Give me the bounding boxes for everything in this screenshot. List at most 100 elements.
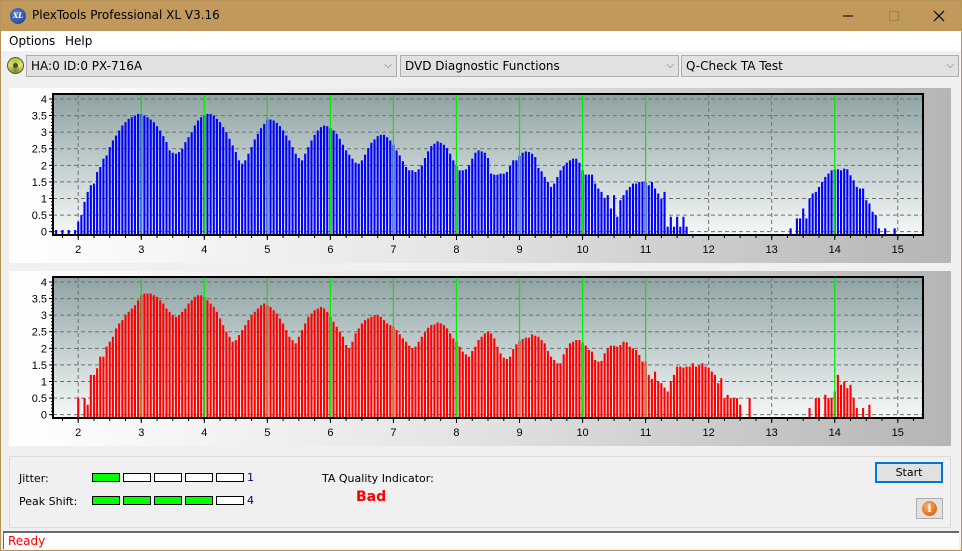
close-button[interactable] [916,1,962,31]
bar [127,311,130,419]
bar [294,153,297,236]
bar [253,311,256,419]
bar [133,305,137,419]
bar [814,398,817,419]
bar [556,176,559,236]
bar [222,325,225,419]
bar [102,158,105,236]
y-tick-label: 4 [41,94,47,106]
bar [836,169,839,236]
x-tick-label: 4 [201,244,207,256]
bar [559,170,562,236]
bar [367,318,370,419]
bar [80,215,83,236]
maximize-button[interactable] [871,1,917,31]
bar [587,174,590,236]
y-tick-label: 2 [41,343,47,355]
bar [285,330,288,419]
bar [228,336,231,419]
bar [672,374,676,419]
bar [515,160,518,236]
x-tick-label: 15 [892,244,904,256]
bar [471,350,474,419]
test-select[interactable]: Q-Check TA Test ⌵ [681,55,959,77]
x-tick-label: 9 [516,427,522,439]
bar [165,308,168,419]
bar [606,195,609,236]
drive-select[interactable]: HA:0 ID:0 PX-716A ⌵ [26,55,397,77]
bar [638,181,641,236]
bar [275,122,278,236]
x-tick-label: 14 [829,244,841,256]
function-select-value: DVD Diagnostic Functions [405,59,560,73]
bar [496,346,499,419]
bar [222,127,225,236]
peak-shift-value: 4 [247,494,254,507]
bar [86,404,89,419]
bar [524,337,527,419]
bar [852,398,855,419]
bar [477,340,480,419]
meter-segment [154,473,182,482]
menu-options[interactable]: Options [9,34,55,48]
bar [691,363,694,419]
bar [130,308,133,419]
x-tick-label: 10 [576,427,588,439]
y-tick-label: 1.5 [32,360,47,372]
bar [376,136,379,236]
bar [836,374,839,419]
bar [382,320,386,419]
chevron-down-icon: ⌵ [666,60,674,71]
bar [707,367,710,419]
bar [433,143,436,236]
bar [657,193,660,236]
bar [168,150,171,236]
bar [814,191,817,236]
bar [430,325,433,419]
bar [184,142,187,236]
bar [666,391,669,419]
info-button[interactable]: i [916,498,943,519]
bar [663,191,666,236]
bar [531,334,534,419]
start-button[interactable]: Start [875,462,943,483]
bar [717,383,720,419]
bar [575,158,578,236]
bar [420,165,423,236]
y-tick-label: 0 [41,410,47,422]
bar [310,313,313,419]
bar [200,117,203,236]
function-select[interactable]: DVD Diagnostic Functions ⌵ [400,55,679,77]
bar [824,176,827,236]
minimize-button[interactable] [825,1,871,31]
jitter-label: Jitter: [19,472,49,485]
bar [613,195,616,236]
x-tick-label: 14 [829,427,841,439]
bar [275,313,278,419]
bar [370,316,373,419]
app-window: XL PlexTools Professional XL V3.16 Optio… [0,0,962,551]
y-tick-label: 0.5 [32,393,47,405]
bar [584,174,587,236]
bar [200,295,203,419]
bar [732,398,735,419]
bar [584,345,587,419]
bar [96,171,99,236]
bar [559,363,562,419]
bar [234,152,237,236]
bar [713,374,717,419]
bar [159,300,162,419]
bar [647,185,650,236]
meter-segment [216,473,244,482]
bar [263,123,266,236]
bar [174,153,177,236]
bar [490,333,493,419]
menu-help[interactable]: Help [65,34,92,48]
bar [449,333,452,419]
bar [171,315,174,419]
bar [237,160,241,236]
bar [556,363,559,419]
bar [654,188,657,236]
bar [521,339,524,419]
bar [108,147,111,236]
